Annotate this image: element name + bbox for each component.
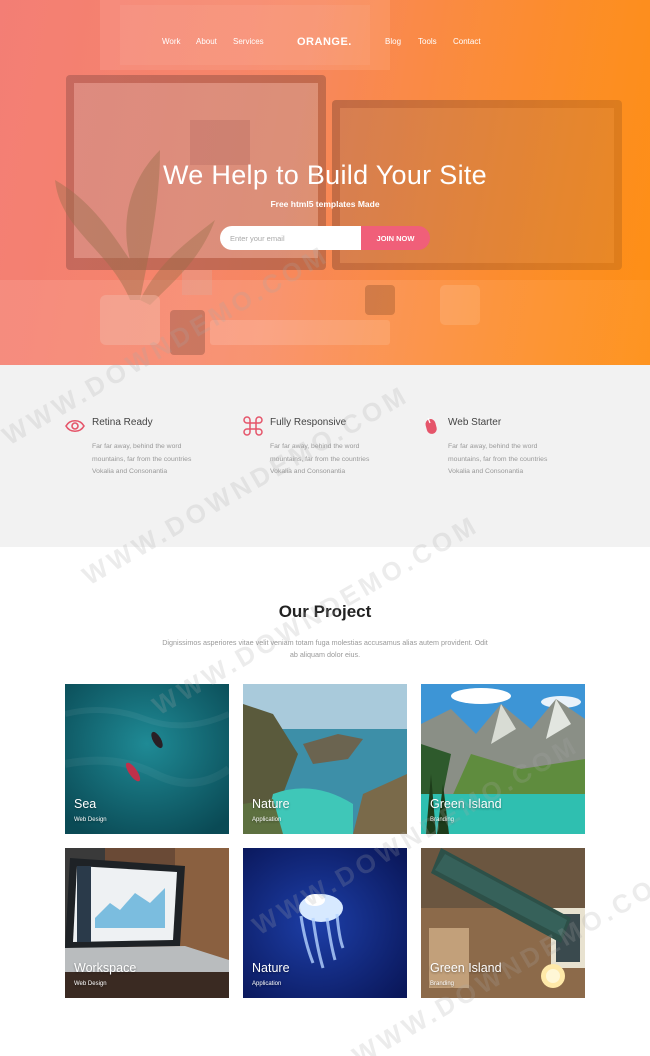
project-card-sea[interactable]: Sea Web Design (65, 684, 229, 834)
feature-description: Far far away, behind the word mountains,… (92, 443, 192, 475)
newsletter-form: JOIN NOW (220, 226, 430, 250)
project-category: Application (252, 981, 282, 987)
command-icon (243, 416, 263, 436)
project-category: Application (252, 817, 282, 823)
feature-title: Fully Responsive (270, 417, 347, 428)
beach-cove-image (243, 684, 407, 834)
mouse-icon (425, 417, 437, 434)
project-card-nature-2[interactable]: Nature Application (243, 848, 407, 998)
projects-section: Our Project Dignissimos asperiores vitae… (0, 547, 650, 1056)
hero-title: We Help to Build Your Site (163, 160, 487, 190)
project-card-green-island-2[interactable]: Green Island Branding (421, 848, 585, 998)
sea-image (65, 684, 229, 834)
project-card-nature[interactable]: Nature Application (243, 684, 407, 834)
section-title: Our Project (278, 602, 372, 621)
project-name: Green Island (430, 797, 502, 811)
join-now-button[interactable]: JOIN NOW (361, 226, 430, 250)
section-description: Dignissimos asperiores vitae velit venia… (162, 638, 488, 659)
hero-section: Work About Services Blog Tools Contact O… (0, 0, 650, 365)
nav-link-about[interactable]: About (196, 37, 217, 46)
feature-title: Retina Ready (92, 417, 153, 428)
project-name: Workspace (74, 961, 137, 975)
nav-link-tools[interactable]: Tools (418, 37, 437, 46)
email-input[interactable] (220, 226, 361, 250)
project-category: Branding (430, 817, 455, 823)
project-name: Nature (252, 797, 290, 811)
project-name: Sea (74, 797, 97, 811)
nav-link-work[interactable]: Work (162, 37, 181, 46)
nav-link-services[interactable]: Services (233, 37, 264, 46)
shop-sign-image (421, 848, 585, 998)
project-category: Web Design (74, 817, 107, 823)
nav-link-blog[interactable]: Blog (385, 37, 401, 46)
project-card-green-island[interactable]: Green Island Branding (421, 684, 585, 834)
feature-description: Far far away, behind the word mountains,… (448, 443, 548, 475)
features-section: Retina Ready Far far away, behind the wo… (0, 365, 650, 547)
brand-logo[interactable]: ORANGE. (297, 36, 352, 48)
project-name: Nature (252, 961, 290, 975)
feature-title: Web Starter (448, 417, 502, 428)
laptop-image (65, 848, 229, 998)
project-category: Branding (430, 981, 455, 987)
nav-link-contact[interactable]: Contact (453, 37, 481, 46)
eye-icon (65, 419, 85, 433)
project-card-workspace[interactable]: Workspace Web Design (65, 848, 229, 998)
hero-subtitle: Free html5 templates Made (270, 199, 380, 209)
project-name: Green Island (430, 961, 502, 975)
feature-description: Far far away, behind the word mountains,… (270, 443, 370, 475)
mountain-lake-image (421, 684, 585, 834)
project-category: Web Design (74, 981, 107, 987)
jellyfish-image (243, 848, 407, 998)
